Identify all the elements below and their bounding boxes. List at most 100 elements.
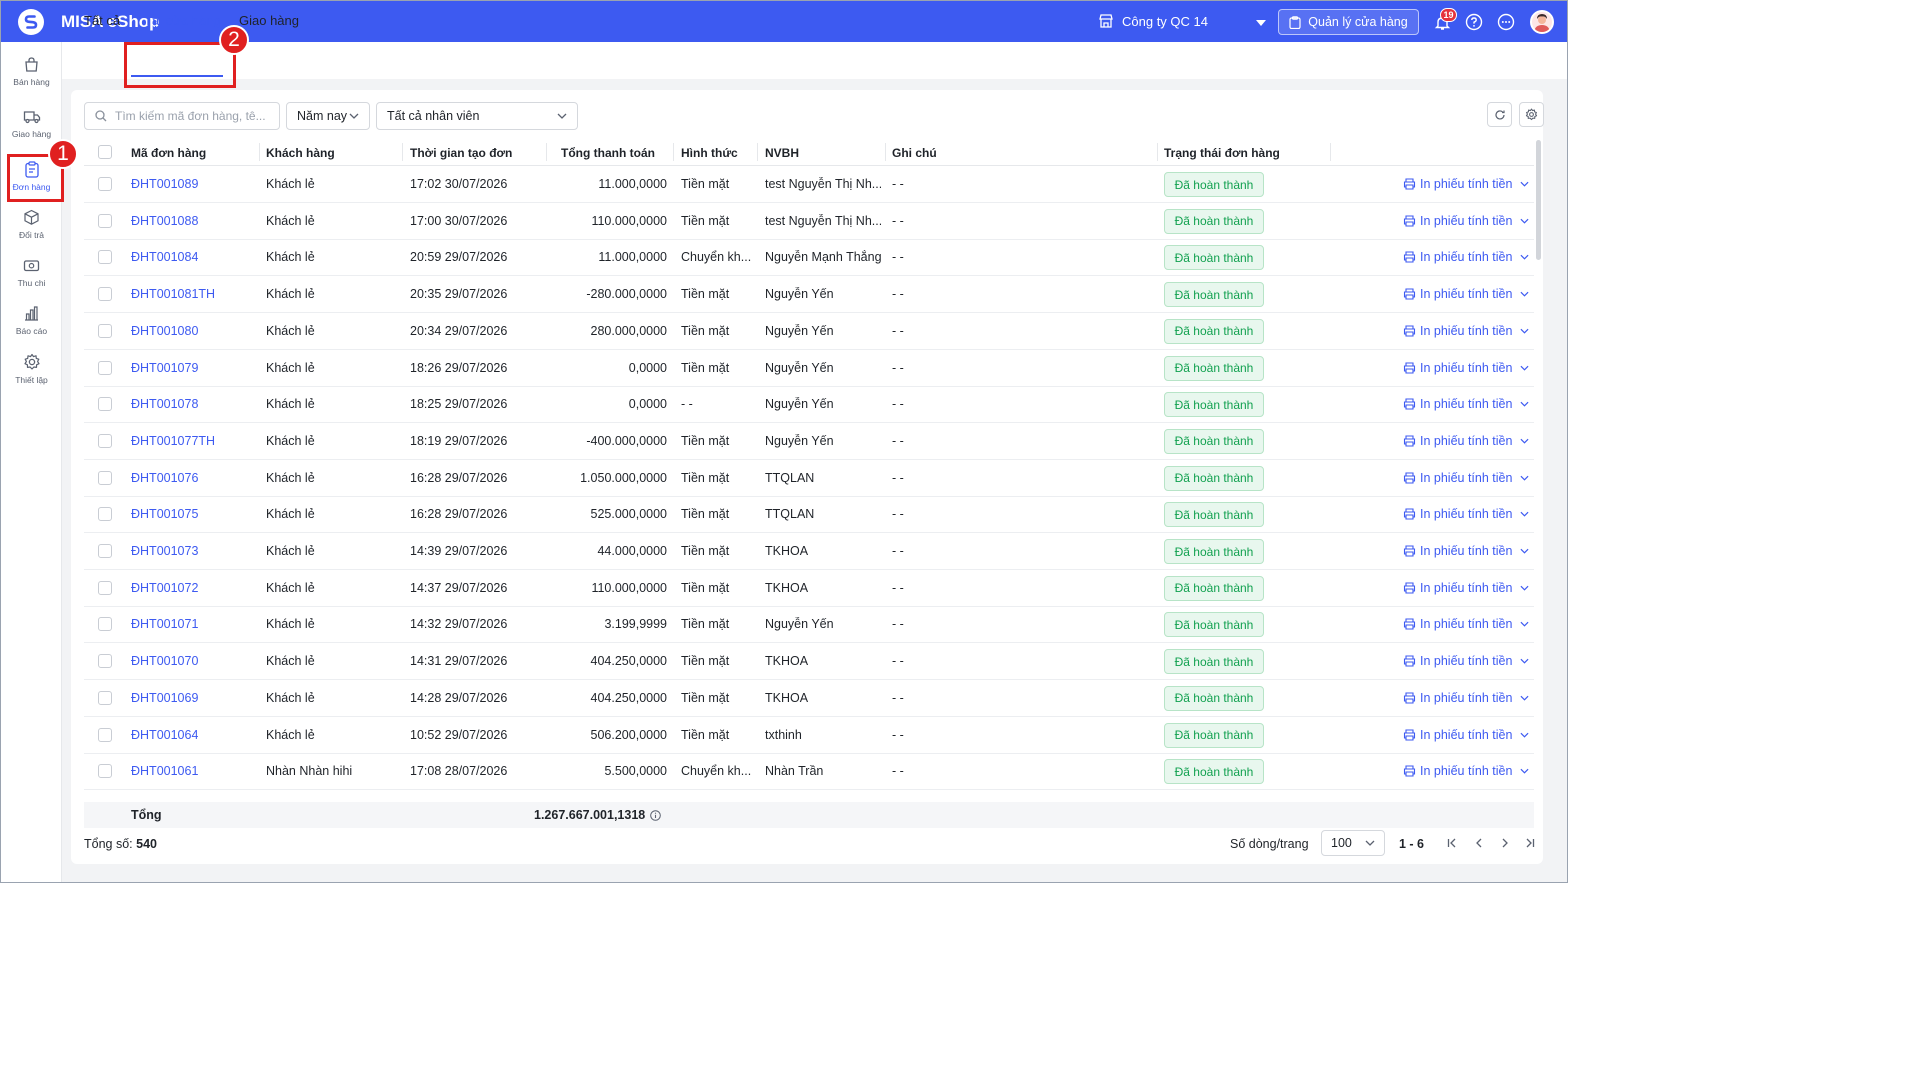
order-code-link[interactable]: ĐHT001071 xyxy=(131,617,198,631)
row-checkbox[interactable] xyxy=(98,654,112,669)
sidebar-item-sales[interactable]: Bán hàng xyxy=(1,56,62,102)
row-checkbox[interactable] xyxy=(98,360,112,375)
chevron-down-icon[interactable] xyxy=(1520,438,1529,444)
print-receipt-button[interactable]: In phiếu tính tiền xyxy=(1403,507,1529,521)
table-row[interactable]: ĐHT001089 Khách lẻ 17:02 30/07/2026 11.000,… xyxy=(84,166,1534,203)
print-receipt-button[interactable]: In phiếu tính tiền xyxy=(1403,654,1529,668)
tab-delivery[interactable]: Giao hàng xyxy=(239,13,299,28)
order-code-link[interactable]: ĐHT001088 xyxy=(131,214,198,228)
column-header[interactable]: Tổng thanh toán xyxy=(549,146,655,160)
print-receipt-button[interactable]: In phiếu tính tiền xyxy=(1403,250,1529,264)
row-checkbox[interactable] xyxy=(98,764,112,779)
period-select[interactable]: Năm nay xyxy=(286,102,370,130)
table-row[interactable]: ĐHT001078 Khách lẻ 18:25 29/07/2026 0,0000-… xyxy=(84,386,1534,424)
table-settings-button[interactable] xyxy=(1519,102,1544,127)
print-receipt-button[interactable]: In phiếu tính tiền xyxy=(1403,764,1529,778)
column-header[interactable]: Thời gian tạo đơn xyxy=(410,146,512,160)
chevron-down-icon[interactable] xyxy=(1520,768,1529,774)
row-checkbox[interactable] xyxy=(98,250,112,265)
first-page-icon[interactable] xyxy=(1447,836,1457,851)
print-receipt-button[interactable]: In phiếu tính tiền xyxy=(1403,397,1529,411)
row-checkbox[interactable] xyxy=(98,213,112,228)
chevron-down-icon[interactable] xyxy=(1520,695,1529,701)
row-checkbox[interactable] xyxy=(98,323,112,338)
table-row[interactable]: ĐHT001079 Khách lẻ 18:26 29/07/2026 0,0000 T… xyxy=(84,350,1534,387)
order-code-link[interactable]: ĐHT001080 xyxy=(131,324,198,338)
row-checkbox[interactable] xyxy=(98,397,112,412)
sidebar-item-reports[interactable]: Báo cáo xyxy=(1,305,62,351)
search-box[interactable] xyxy=(84,102,280,130)
print-receipt-button[interactable]: In phiếu tính tiền xyxy=(1403,361,1529,375)
order-code-link[interactable]: ĐHT001076 xyxy=(131,471,198,485)
chevron-down-icon[interactable] xyxy=(1520,291,1529,297)
sidebar-item-settings[interactable]: Thiết lập xyxy=(1,353,62,399)
column-header[interactable]: Mã đơn hàng xyxy=(131,146,206,160)
row-checkbox[interactable] xyxy=(98,287,112,302)
help-icon[interactable] xyxy=(1464,12,1484,32)
order-code-link[interactable]: ĐHT001072 xyxy=(131,581,198,595)
vertical-scrollbar[interactable] xyxy=(1536,140,1541,260)
chevron-down-icon[interactable] xyxy=(1520,621,1529,628)
print-receipt-button[interactable]: In phiếu tính tiền xyxy=(1403,617,1529,631)
chevron-down-icon[interactable] xyxy=(1520,181,1529,187)
column-header[interactable]: Trạng thái đơn hàng xyxy=(1164,146,1280,160)
last-page-icon[interactable] xyxy=(1525,836,1535,851)
row-checkbox[interactable] xyxy=(98,727,112,742)
chevron-down-icon[interactable] xyxy=(1520,254,1529,261)
table-row[interactable]: ĐHT001069 Khách lẻ 14:28 29/07/2026 404.250… xyxy=(84,680,1534,717)
order-code-link[interactable]: ĐHT001078 xyxy=(131,397,198,411)
chevron-down-icon[interactable] xyxy=(1520,218,1529,224)
table-row[interactable]: ĐHT001081TH Khách lẻ 20:35 29/07/2026 -280.… xyxy=(84,276,1534,314)
manage-store-button[interactable]: Quản lý cửa hàng xyxy=(1278,9,1419,35)
chevron-down-icon[interactable] xyxy=(1520,732,1529,738)
order-code-link[interactable]: ĐHT001064 xyxy=(131,728,198,742)
rows-per-page-select[interactable]: 100 xyxy=(1321,830,1385,856)
row-checkbox[interactable] xyxy=(98,544,112,558)
row-checkbox[interactable] xyxy=(98,507,112,522)
next-page-icon[interactable] xyxy=(1500,836,1510,851)
column-header[interactable]: Khách hàng xyxy=(266,146,335,160)
chevron-down-icon[interactable] xyxy=(1520,658,1529,664)
row-checkbox[interactable] xyxy=(98,433,112,448)
search-input[interactable] xyxy=(115,109,265,123)
print-receipt-button[interactable]: In phiếu tính tiền xyxy=(1403,728,1529,742)
print-receipt-button[interactable]: In phiếu tính tiền xyxy=(1403,434,1529,448)
order-code-link[interactable]: ĐHT001069 xyxy=(131,691,198,705)
chevron-down-icon[interactable] xyxy=(1520,365,1529,371)
table-row[interactable]: ĐHT001064 Khách lẻ 10:52 29/07/2026 506.200… xyxy=(84,717,1534,754)
table-row[interactable]: ĐHT001076 Khách lẻ 16:28 29/07/2026 1.050.0… xyxy=(84,460,1534,497)
refresh-button[interactable] xyxy=(1487,102,1512,127)
print-receipt-button[interactable]: In phiếu tính tiền xyxy=(1403,324,1529,338)
order-code-link[interactable]: ĐHT001077TH xyxy=(131,434,215,448)
print-receipt-button[interactable]: In phiếu tính tiền xyxy=(1403,691,1529,705)
staff-select[interactable]: Tất cả nhân viên xyxy=(376,102,578,130)
column-header[interactable]: Ghi chú xyxy=(892,146,937,160)
order-code-link[interactable]: ĐHT001084 xyxy=(131,250,198,264)
table-row[interactable]: ĐHT001070 Khách lẻ 14:31 29/07/2026 404.250… xyxy=(84,643,1534,681)
order-code-link[interactable]: ĐHT001079 xyxy=(131,361,198,375)
info-icon[interactable] xyxy=(650,809,662,821)
table-row[interactable]: ĐHT001072 Khách lẻ 14:37 29/07/2026 110.000… xyxy=(84,570,1534,607)
row-checkbox[interactable] xyxy=(98,690,112,705)
user-avatar[interactable] xyxy=(1530,10,1554,34)
print-receipt-button[interactable]: In phiếu tính tiền xyxy=(1403,471,1529,485)
select-all-checkbox[interactable] xyxy=(98,145,112,159)
order-code-link[interactable]: ĐHT001081TH xyxy=(131,287,215,301)
chevron-down-icon[interactable] xyxy=(1520,328,1529,334)
table-row[interactable]: ĐHT001071 Khách lẻ 14:32 29/07/2026 3.199,9… xyxy=(84,606,1534,644)
order-code-link[interactable]: ĐHT001070 xyxy=(131,654,198,668)
row-checkbox[interactable] xyxy=(98,617,112,632)
table-row[interactable]: ĐHT001088 Khách lẻ 17:00 30/07/2026 110.000… xyxy=(84,203,1534,240)
chevron-down-icon[interactable] xyxy=(1520,511,1529,517)
print-receipt-button[interactable]: In phiếu tính tiền xyxy=(1403,581,1529,595)
order-code-link[interactable]: ĐHT001075 xyxy=(131,507,198,521)
column-header[interactable]: NVBH xyxy=(765,146,799,160)
print-receipt-button[interactable]: In phiếu tính tiền xyxy=(1403,214,1529,228)
order-code-link[interactable]: ĐHT001089 xyxy=(131,177,198,191)
tab-in-store[interactable]: Tại cửa hàng xyxy=(144,13,221,28)
tab-all[interactable]: Tất cả xyxy=(84,13,120,28)
table-row[interactable]: ĐHT001077TH Khách lẻ 18:19 29/07/2026 -400.… xyxy=(84,423,1534,460)
app-logo-icon[interactable] xyxy=(18,9,44,35)
sidebar-item-cashflow[interactable]: Thu chi xyxy=(1,257,62,303)
print-receipt-button[interactable]: In phiếu tính tiền xyxy=(1403,287,1529,301)
